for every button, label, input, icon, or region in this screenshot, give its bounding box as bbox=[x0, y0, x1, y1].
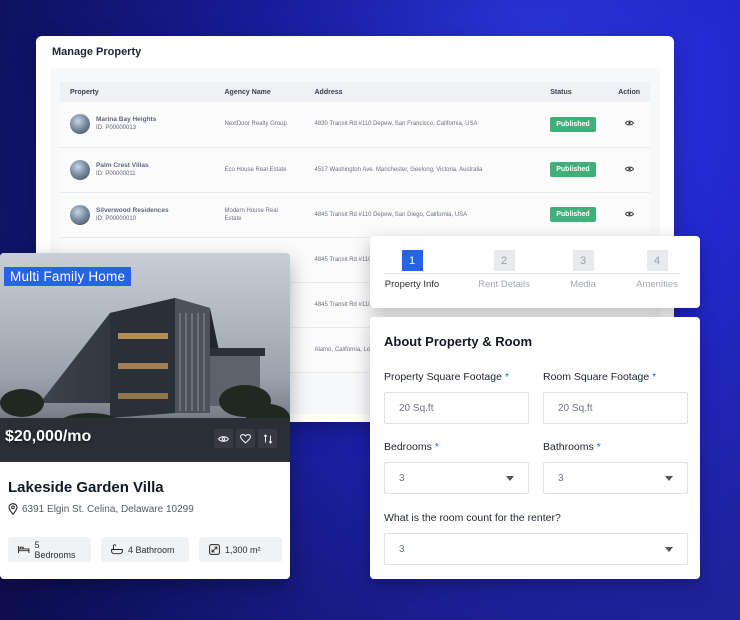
property-address: 4845 Transit Rd #110 Depew, San Diego, C… bbox=[304, 192, 541, 238]
area-label: 1,300 m² bbox=[225, 544, 261, 555]
agency-name: Modern House Real Estate bbox=[224, 207, 278, 222]
required-mark: * bbox=[652, 371, 657, 383]
bathtub-icon bbox=[111, 544, 123, 555]
step-number: 4 bbox=[646, 250, 668, 271]
property-name: Silverwood Residences bbox=[96, 206, 169, 214]
bathrooms-select[interactable]: 3 bbox=[543, 462, 688, 494]
chevron-down-icon bbox=[665, 476, 673, 481]
form-title: About Property & Room bbox=[384, 334, 533, 349]
bathrooms-label: Bathrooms * bbox=[543, 441, 601, 453]
room-sqft-input[interactable]: 20 Sq.ft bbox=[543, 392, 688, 424]
bedrooms-select[interactable]: 3 bbox=[384, 462, 529, 494]
required-mark: * bbox=[596, 441, 601, 453]
room-count-label: What is the room count for the renter? bbox=[384, 512, 561, 524]
step-amenities[interactable]: 4 Amenities bbox=[621, 250, 693, 290]
form-steps-panel: 1 Property Info 2 Rent Details 3 Media 4… bbox=[370, 236, 700, 308]
column-header-address: Address bbox=[304, 82, 541, 102]
property-id: ID: P00000010 bbox=[96, 215, 137, 222]
step-divider bbox=[384, 273, 680, 274]
property-type-tag: Multi Family Home bbox=[4, 267, 132, 286]
step-number: 3 bbox=[572, 250, 594, 271]
property-address-text: 6391 Elgin St. Celina, Delaware 10299 bbox=[22, 503, 194, 515]
property-room-form: About Property & Room Property Square Fo… bbox=[370, 317, 700, 579]
property-card[interactable]: Multi Family Home $20,000/mo Lakeside Ga… bbox=[0, 253, 290, 579]
property-address: 4517 Washington Ave. Manchester, Geelong… bbox=[304, 147, 541, 193]
area-chip: 1,300 m² bbox=[199, 537, 282, 562]
manage-property-title: Manage Property bbox=[52, 46, 142, 58]
compare-button[interactable] bbox=[258, 429, 277, 448]
property-name: Palm Crest Villas bbox=[96, 161, 149, 169]
table-row[interactable]: Marina Bay Heights ID: P00000013 NextDoor… bbox=[60, 102, 650, 148]
bathrooms-chip: 4 Bathroom bbox=[101, 537, 189, 562]
bedrooms-value: 3 bbox=[399, 472, 405, 484]
table-row[interactable]: Palm Crest Villas ID: P00000011 Eco House… bbox=[60, 147, 650, 193]
agency-name: Eco House Real Estate bbox=[224, 166, 287, 173]
photo-actions bbox=[214, 429, 277, 448]
property-name: Marina Bay Heights bbox=[96, 116, 157, 124]
room-count-value: 3 bbox=[399, 543, 405, 555]
property-id: ID: P00000013 bbox=[96, 125, 137, 132]
table-row[interactable]: Silverwood Residences ID: P00000010 Moder… bbox=[60, 192, 650, 238]
table-header-row: Property Agency Name Address Status Acti… bbox=[60, 82, 650, 102]
column-header-property: Property bbox=[60, 82, 215, 102]
heart-icon bbox=[240, 433, 251, 443]
feature-chips: 5 Bedrooms 4 Bathroom 1,300 m² bbox=[8, 537, 282, 562]
favorite-button[interactable] bbox=[236, 429, 255, 448]
step-label: Amenities bbox=[636, 279, 678, 290]
eye-icon bbox=[218, 435, 229, 442]
compare-arrows-icon bbox=[263, 433, 272, 444]
property-title[interactable]: Lakeside Garden Villa bbox=[8, 479, 164, 496]
view-eye-icon[interactable] bbox=[624, 211, 634, 217]
step-property-info[interactable]: 1 Property Info bbox=[376, 250, 448, 290]
step-label: Property Info bbox=[384, 279, 440, 290]
bed-icon bbox=[18, 546, 30, 553]
room-sqft-label: Room Square Footage * bbox=[543, 371, 657, 383]
step-label: Media bbox=[570, 279, 596, 290]
required-mark: * bbox=[434, 441, 439, 453]
required-mark: * bbox=[504, 371, 509, 383]
status-badge: Published bbox=[550, 162, 596, 177]
view-eye-icon[interactable] bbox=[624, 166, 634, 172]
property-address-line: 6391 Elgin St. Celina, Delaware 10299 bbox=[8, 503, 194, 515]
bathrooms-label: 4 Bathroom bbox=[128, 544, 175, 555]
agency-name: NextDoor Realty Group bbox=[224, 121, 287, 128]
bedrooms-label: Bedrooms * bbox=[384, 441, 439, 453]
view-eye-icon[interactable] bbox=[624, 120, 634, 126]
property-photo: Multi Family Home $20,000/mo bbox=[0, 253, 290, 462]
status-badge: Published bbox=[550, 116, 596, 132]
bathrooms-value: 3 bbox=[558, 472, 564, 484]
room-count-select[interactable]: 3 bbox=[384, 533, 688, 565]
column-header-agency: Agency Name bbox=[214, 82, 305, 102]
step-media[interactable]: 3 Media bbox=[547, 250, 619, 290]
step-number: 2 bbox=[493, 250, 515, 271]
step-rent-details[interactable]: 2 Rent Details bbox=[468, 250, 540, 290]
step-label: Rent Details bbox=[478, 279, 530, 290]
step-number: 1 bbox=[401, 250, 423, 271]
chevron-down-icon bbox=[665, 547, 673, 552]
location-pin-icon bbox=[8, 503, 18, 515]
property-thumbnail bbox=[70, 159, 90, 180]
property-id: ID: P00000011 bbox=[96, 170, 136, 177]
property-sqft-label: Property Square Footage * bbox=[384, 371, 509, 383]
column-header-status: Status bbox=[540, 82, 609, 102]
rent-price: $20,000/mo bbox=[5, 428, 92, 445]
bedrooms-chip: 5 Bedrooms bbox=[8, 537, 91, 562]
property-address: 4830 Transit Rd #110 Depew, San Francisc… bbox=[304, 102, 541, 148]
view-button[interactable] bbox=[214, 429, 233, 448]
property-sqft-input[interactable]: 20 Sq.ft bbox=[384, 392, 529, 424]
chevron-down-icon bbox=[506, 476, 514, 481]
area-icon bbox=[209, 544, 220, 555]
bedrooms-label: 5 Bedrooms bbox=[34, 539, 76, 560]
property-thumbnail bbox=[70, 204, 90, 225]
column-header-action: Action bbox=[608, 82, 650, 102]
status-badge: Published bbox=[550, 207, 596, 222]
property-thumbnail bbox=[70, 114, 90, 135]
